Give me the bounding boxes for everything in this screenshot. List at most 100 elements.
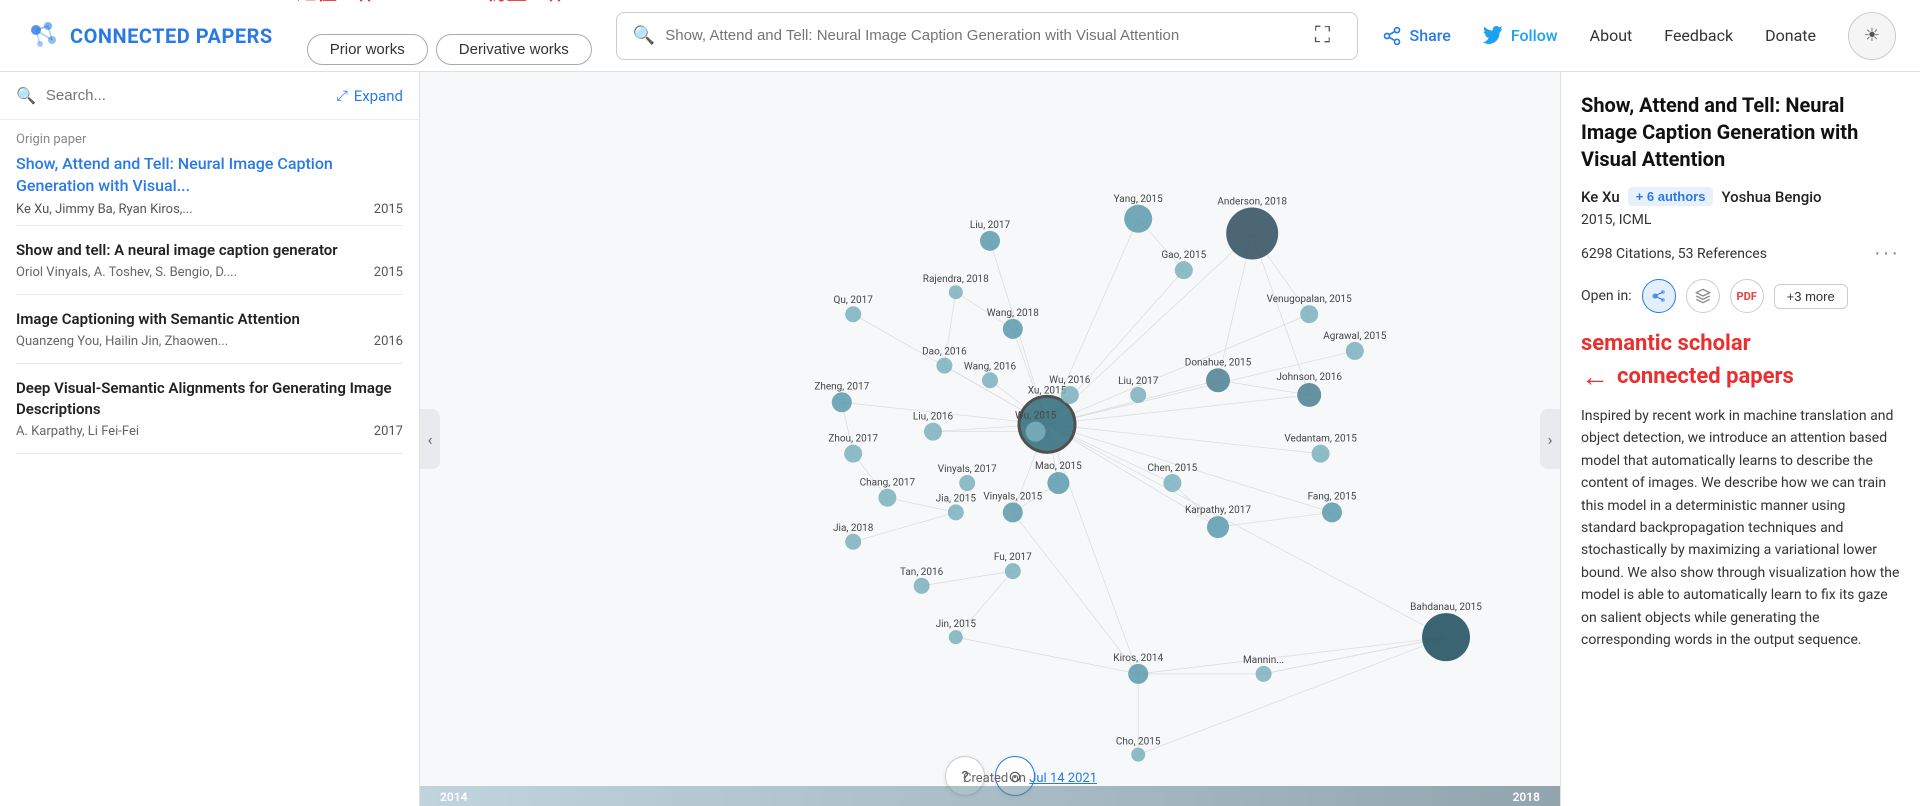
graph-node[interactable]: Fu, 2017 <box>994 552 1032 579</box>
graph-node[interactable]: Liu, 2016 <box>913 412 954 441</box>
graph-node[interactable]: Wang, 2016 <box>964 361 1017 388</box>
paper-item[interactable]: Deep Visual-Semantic Alignments for Gene… <box>0 364 419 453</box>
connected-papers-annotation: ← connected papers <box>1581 360 1900 393</box>
prior-works-button[interactable]: Prior works <box>307 34 428 65</box>
twitter-icon <box>1483 26 1503 46</box>
graph-node[interactable]: Mannin... <box>1243 655 1284 682</box>
graph-node[interactable]: Dao, 2016 <box>922 347 967 374</box>
derivative-works-button[interactable]: Derivative works <box>436 34 592 65</box>
derivative-works-chinese-label: 衍生工作 <box>487 0 567 5</box>
graph-node[interactable]: Vinyals, 2017 <box>938 464 997 491</box>
graph-node[interactable]: Johnson, 2016 <box>1276 372 1342 407</box>
graph-node[interactable]: Gao, 2015 <box>1161 250 1206 279</box>
about-link[interactable]: About <box>1590 26 1633 45</box>
graph-node[interactable]: Liu, 2017 <box>970 220 1011 251</box>
svg-text:Liu, 2017: Liu, 2017 <box>1118 376 1159 387</box>
detail-paper-title: Show, Attend and Tell: Neural Image Capt… <box>1581 92 1900 173</box>
collapse-right-button[interactable]: › <box>1540 409 1560 469</box>
expand-button[interactable]: ⤢ Expand <box>337 87 404 105</box>
graph-node[interactable]: Kiros, 2014 <box>1113 653 1163 684</box>
graph-node[interactable]: Yang, 2015 <box>1114 194 1164 233</box>
graph-node[interactable]: Jia, 2018 <box>833 523 874 550</box>
feedback-link[interactable]: Feedback <box>1664 26 1733 45</box>
origin-authors: Ke Xu, Jimmy Ba, Ryan Kiros,... 2015 <box>16 202 403 217</box>
share-icon <box>1382 26 1402 46</box>
sidebar-search-icon: 🔍 <box>16 86 36 105</box>
svg-text:Jin, 2015: Jin, 2015 <box>936 619 977 630</box>
svg-text:Vedantam, 2015: Vedantam, 2015 <box>1284 434 1357 445</box>
graph-node[interactable]: Chen, 2015 <box>1148 463 1198 492</box>
more-open-button[interactable]: +3 more <box>1774 284 1848 309</box>
graph-node[interactable]: Mao, 2015 <box>1035 461 1082 494</box>
svg-text:Donahue, 2015: Donahue, 2015 <box>1185 357 1252 368</box>
author-more-button[interactable]: + 6 authors <box>1628 187 1714 206</box>
graph-node[interactable]: Qu, 2017 <box>834 295 874 322</box>
svg-text:Fang, 2015: Fang, 2015 <box>1308 491 1357 502</box>
graph-node[interactable]: Wang, 2018 <box>987 308 1040 339</box>
graph-node[interactable]: Zhou, 2017 <box>828 434 878 463</box>
svg-text:Vinyals, 2017: Vinyals, 2017 <box>938 464 997 475</box>
graph-area[interactable]: ‹ › Xu, 2015Yang, 2015Liu, 2017Anderson,… <box>420 72 1560 806</box>
author-last: Yoshua Bengio <box>1721 188 1821 206</box>
paper-authors-row: Oriol Vinyals, A. Toshev, S. Bengio, D..… <box>16 265 403 280</box>
graph-node[interactable]: Venugopalan, 2015 <box>1267 294 1353 323</box>
svg-text:Rajendra, 2018: Rajendra, 2018 <box>923 274 989 285</box>
graph-node[interactable]: Chang, 2017 <box>860 478 916 507</box>
theme-toggle-button[interactable]: ☀ <box>1848 12 1896 60</box>
open-in-label: Open in: <box>1581 288 1632 304</box>
graph-node[interactable]: Karpathy, 2017 <box>1185 505 1251 538</box>
semantic-scholar-open-button[interactable] <box>1686 279 1720 313</box>
share-button[interactable]: Share <box>1382 26 1451 46</box>
paper-item[interactable]: Show and tell: A neural image caption ge… <box>0 226 419 294</box>
left-sidebar: 🔍 ⤢ Expand Origin paper Show, Attend and… <box>0 72 420 806</box>
fullscreen-button[interactable]: ⛶ <box>1304 16 1340 56</box>
svg-text:Chang, 2017: Chang, 2017 <box>860 478 916 489</box>
graph-node[interactable]: Tan, 2016 <box>900 567 944 594</box>
svg-text:Mannin...: Mannin... <box>1243 655 1284 666</box>
paper-item[interactable]: Image Captioning with Semantic Attention… <box>0 295 419 363</box>
graph-node[interactable]: Bahdanau, 2015 <box>1410 602 1482 661</box>
sidebar-toolbar: 🔍 ⤢ Expand <box>0 72 419 120</box>
origin-paper-title[interactable]: Show, Attend and Tell: Neural Image Capt… <box>16 153 403 198</box>
created-on-date[interactable]: Jul 14 2021 <box>1029 771 1097 786</box>
connected-papers-icon <box>1651 288 1667 304</box>
logo[interactable]: CONNECTED PAPERS <box>24 18 273 54</box>
logo-text: CONNECTED PAPERS <box>70 24 273 48</box>
year-end-label: 2018 <box>1513 790 1540 804</box>
svg-text:Johnson, 2016: Johnson, 2016 <box>1276 372 1342 383</box>
svg-text:Tan, 2016: Tan, 2016 <box>900 567 944 578</box>
prior-works-chinese-label: 过往工作 <box>297 0 377 5</box>
svg-text:Wang, 2016: Wang, 2016 <box>964 361 1017 372</box>
created-on-label: Created on Jul 14 2021 <box>963 771 1097 786</box>
svg-text:Zhou, 2017: Zhou, 2017 <box>828 434 878 445</box>
svg-text:Bahdanau, 2015: Bahdanau, 2015 <box>1410 602 1482 613</box>
graph-node[interactable]: Vedantam, 2015 <box>1284 434 1357 463</box>
graph-node[interactable]: Anderson, 2018 <box>1217 196 1287 259</box>
donate-link[interactable]: Donate <box>1765 26 1816 45</box>
graph-node[interactable]: Zheng, 2017 <box>814 381 869 412</box>
svg-text:Chen, 2015: Chen, 2015 <box>1148 463 1198 474</box>
svg-text:Mao, 2015: Mao, 2015 <box>1035 461 1082 472</box>
pdf-open-button[interactable]: PDF <box>1730 279 1764 313</box>
graph-node[interactable]: Agrawal, 2015 <box>1323 331 1386 360</box>
collapse-left-button[interactable]: ‹ <box>420 409 440 469</box>
connected-papers-open-button[interactable] <box>1642 279 1676 313</box>
svg-text:Wu, 2016: Wu, 2016 <box>1049 375 1091 386</box>
svg-text:Gao, 2015: Gao, 2015 <box>1161 250 1206 261</box>
follow-button[interactable]: Follow <box>1483 26 1558 46</box>
graph-node[interactable]: Rajendra, 2018 <box>923 274 989 299</box>
venue-year: 2015, ICML <box>1581 212 1651 228</box>
paper-graph[interactable]: Xu, 2015Yang, 2015Liu, 2017Anderson, 201… <box>420 72 1560 806</box>
graph-node[interactable]: Donahue, 2015 <box>1185 357 1252 392</box>
paper-authors-row: Quanzeng You, Hailin Jin, Zhaowen... 201… <box>16 334 403 349</box>
nav-search-input[interactable] <box>665 27 1304 44</box>
graph-node[interactable]: Vinyals, 2015 <box>983 491 1042 522</box>
more-options-button[interactable]: ··· <box>1874 242 1900 265</box>
graph-node[interactable]: Cho, 2015 <box>1116 737 1161 762</box>
svg-text:Liu, 2017: Liu, 2017 <box>970 220 1011 231</box>
svg-text:Liu, 2016: Liu, 2016 <box>913 412 954 423</box>
sidebar-search-input[interactable] <box>46 87 327 104</box>
svg-text:Wu, 2015: Wu, 2015 <box>1015 411 1057 422</box>
abstract-text: Inspired by recent work in machine trans… <box>1581 405 1900 651</box>
nav-left: CONNECTED PAPERS 过往工作 衍生工作 Prior works D… <box>24 6 592 65</box>
